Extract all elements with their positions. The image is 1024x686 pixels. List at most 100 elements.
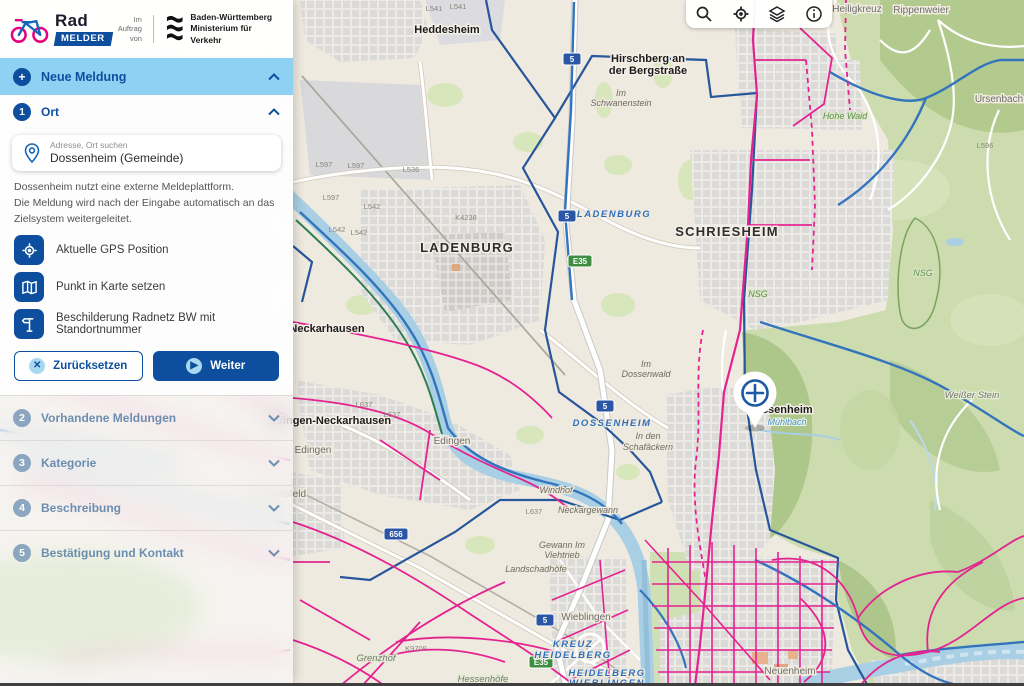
step-ort-panel: 1 Ort Adresse, Ort suchen Dossenheim (Ge… (0, 95, 293, 395)
map-label: L597 (348, 161, 365, 170)
chevron-up-icon (268, 108, 280, 116)
info-icon[interactable] (803, 3, 825, 25)
map-label: Grenzhof (356, 653, 396, 664)
step-number-badge: 3 (13, 454, 31, 472)
map-label: NSG (748, 289, 768, 299)
map-label: L596 (977, 141, 994, 150)
map-label: K9709 (405, 644, 427, 653)
chevron-down-icon (268, 414, 280, 422)
search-icon[interactable] (693, 3, 715, 25)
map-label: L597 (323, 193, 340, 202)
svg-text:5: 5 (570, 55, 575, 64)
map-label: L542 (364, 202, 381, 211)
map-label: SCHRIESHEIM (675, 224, 779, 239)
map-label: Heiligkreuz (832, 4, 881, 15)
map-label: In den (635, 431, 660, 441)
location-pin-icon (22, 142, 42, 164)
chevron-down-icon (268, 459, 280, 467)
map-label: L597 (316, 160, 333, 169)
next-button[interactable]: ▶ Weiter (153, 351, 280, 381)
road-shield: 5 (536, 614, 554, 626)
road-shield: 5 (563, 53, 581, 65)
map-label: Neuenheim (764, 666, 815, 677)
step-number-badge: 1 (13, 103, 31, 121)
app-logo-text: Rad MELDER (55, 12, 112, 46)
logo-badge: MELDER (54, 32, 113, 46)
step-label: Ort (41, 105, 59, 119)
signpost-icon (14, 309, 44, 339)
map-label: Mühlbach (767, 417, 806, 427)
chevron-down-icon (268, 549, 280, 557)
next-button-label: Weiter (210, 360, 245, 372)
chevron-up-icon (268, 73, 280, 81)
map-label: Gewann Im (539, 540, 586, 550)
step-header-ort[interactable]: 1 Ort (0, 95, 293, 129)
radmelder-bike-logo-icon (10, 13, 49, 45)
action-label: Beschilderung Radnetz BW mit Standortnum… (56, 312, 279, 336)
gps-position-action[interactable]: Aktuelle GPS Position (14, 235, 279, 265)
map-label: Neckarhausen (289, 323, 364, 335)
search-value: Dossenheim (Gemeinde) (50, 151, 183, 166)
map-icon (14, 272, 44, 302)
map-label: Ursenbach (975, 94, 1023, 105)
road-shield: 656 (384, 528, 408, 540)
map-label: Heddesheim (414, 24, 480, 36)
step-header-kategorie[interactable]: 3 Kategorie (0, 440, 293, 485)
road-shield: E35 (568, 255, 592, 267)
signpost-action[interactable]: Beschilderung Radnetz BW mit Standortnum… (14, 309, 279, 339)
map-label: Edingen (434, 436, 471, 447)
step-header-bestaetigung-und-kontakt[interactable]: 5 Bestätigung und Kontakt (0, 530, 293, 575)
address-search-field[interactable]: Adresse, Ort suchen Dossenheim (Gemeinde… (12, 135, 281, 171)
reset-button[interactable]: ✕ Zurücksetzen (14, 351, 143, 381)
step-number-badge: 4 (13, 499, 31, 517)
step-label: Kategorie (41, 456, 96, 470)
set-point-on-map-action[interactable]: Punkt in Karte setzen (14, 272, 279, 302)
map-label: NSG (913, 268, 933, 278)
ministry-text: Baden-Württemberg Ministerium für Verkeh… (190, 12, 283, 45)
new-report-header[interactable]: + Neue Meldung (0, 58, 293, 95)
action-label: Aktuelle GPS Position (56, 244, 169, 256)
map-label: Schafäckern (623, 442, 673, 452)
chevron-down-icon (268, 504, 280, 512)
bw-coat-of-arms-icon (165, 14, 185, 44)
gps-target-icon (14, 235, 44, 265)
map-label: Dossenwald (621, 369, 671, 379)
layers-icon[interactable] (766, 3, 788, 25)
svg-text:656: 656 (389, 530, 403, 539)
step-header-beschreibung[interactable]: 4 Beschreibung (0, 485, 293, 530)
external-platform-notice: Dossenheim nutzt eine externe Meldeplatt… (14, 179, 279, 228)
arrow-right-circle-icon: ▶ (186, 358, 202, 374)
map-label: L637 (526, 507, 543, 516)
step-number-badge: 5 (13, 544, 31, 562)
map-label: Weißer Stein (945, 390, 1000, 401)
reset-button-label: Zurücksetzen (53, 360, 127, 372)
road-shield: 5 (558, 210, 576, 222)
map-label: DOSSENHEIM (573, 418, 652, 429)
map-label: Wieblingen (561, 612, 610, 623)
step-label: Bestätigung und Kontakt (41, 546, 184, 560)
map-label: HEIDELBERG (534, 650, 611, 661)
map-label: der Bergstraße (609, 65, 687, 77)
sidebar: Rad MELDER Im Auftrag von Baden-Württemb… (0, 0, 293, 683)
svg-text:5: 5 (543, 616, 548, 625)
new-report-label: Neue Meldung (41, 70, 126, 84)
header-divider (153, 15, 154, 43)
map-label: LADENBURG (577, 209, 651, 220)
map-label: Schwanenstein (590, 98, 651, 108)
map-label: Windhof (540, 485, 574, 495)
map-label: Hirschberg an (611, 53, 685, 65)
map-label: KREUZ (553, 639, 593, 650)
step-buttons: ✕ Zurücksetzen ▶ Weiter (14, 351, 279, 381)
map-label: LADENBURG (420, 240, 514, 255)
map-label: Hohe Waid (823, 111, 868, 121)
locate-icon[interactable] (730, 3, 752, 25)
action-label: Punkt in Karte setzen (56, 281, 165, 293)
map-label: L637 (356, 400, 373, 409)
search-placeholder-label: Adresse, Ort suchen (50, 140, 183, 151)
map-label: L536 (403, 165, 420, 174)
step-header-vorhandene-meldungen[interactable]: 2 Vorhandene Meldungen (0, 395, 293, 440)
svg-text:E35: E35 (573, 257, 588, 266)
map-label: Viehtrieb (544, 550, 579, 560)
step-number-badge: 2 (13, 409, 31, 427)
map-label: Landschadhöfe (505, 564, 567, 574)
